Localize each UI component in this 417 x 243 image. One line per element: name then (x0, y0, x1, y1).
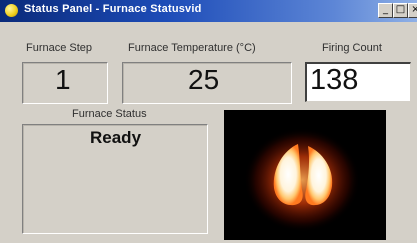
close-button[interactable]: × (408, 3, 417, 18)
glow-halo (244, 128, 360, 232)
furnace-glow-image (244, 128, 360, 232)
firing-count-value: 138 (310, 64, 359, 96)
status-panel-window: Status Panel - Furnace Statusvid _ □ × F… (0, 0, 417, 243)
furnace-step-label: Furnace Step (26, 42, 93, 54)
firing-count-label: Firing Count (322, 42, 382, 54)
furnace-status-label: Furnace Status (72, 108, 147, 120)
furnace-temperature-label: Furnace Temperature (°C) (128, 42, 256, 54)
window-title: Status Panel - Furnace Statusvid (24, 3, 202, 15)
furnace-step-value: 1 (55, 64, 71, 95)
title-bar[interactable]: Status Panel - Furnace Statusvid _ □ × (0, 0, 417, 22)
furnace-camera-view (224, 110, 386, 240)
minimize-button[interactable]: _ (378, 3, 393, 18)
maximize-button[interactable]: □ (393, 3, 408, 18)
furnace-status-value: Ready (90, 128, 142, 147)
furnace-temperature-value: 25 (188, 64, 220, 95)
app-circle-icon (5, 4, 18, 17)
